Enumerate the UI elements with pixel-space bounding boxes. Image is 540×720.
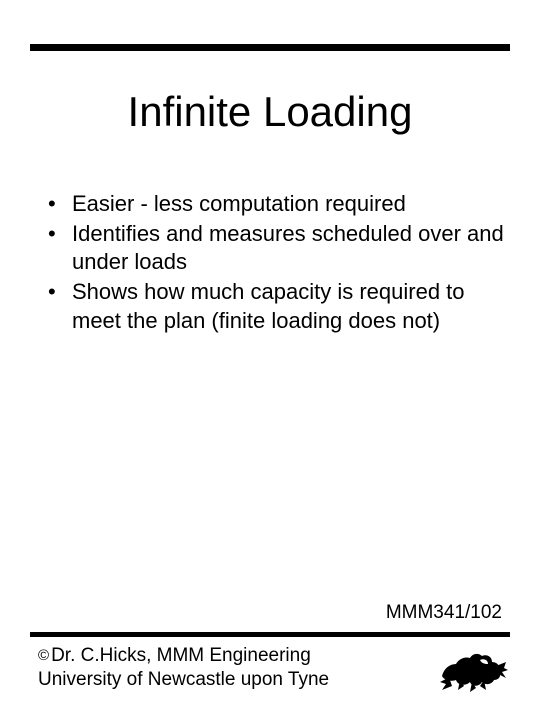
list-item: Identifies and measures scheduled over a… xyxy=(44,220,504,276)
bullet-list: Easier - less computation required Ident… xyxy=(44,190,504,337)
list-item: Shows how much capacity is required to m… xyxy=(44,278,504,334)
bottom-divider xyxy=(30,632,510,637)
slide-number: MMM341/102 xyxy=(386,602,502,624)
lion-crest-icon xyxy=(436,646,508,692)
slide-title: Infinite Loading xyxy=(0,88,540,136)
list-item: Easier - less computation required xyxy=(44,190,504,218)
footer-text: ©Dr. C.Hicks, MMM Engineering University… xyxy=(38,644,329,692)
footer-line-1: Dr. C.Hicks, MMM Engineering xyxy=(51,645,311,666)
footer: ©Dr. C.Hicks, MMM Engineering University… xyxy=(38,644,508,692)
copyright-symbol: © xyxy=(38,647,49,664)
footer-line-2: University of Newcastle upon Tyne xyxy=(38,669,329,690)
top-divider xyxy=(30,44,510,51)
slide: Infinite Loading Easier - less computati… xyxy=(0,0,540,720)
